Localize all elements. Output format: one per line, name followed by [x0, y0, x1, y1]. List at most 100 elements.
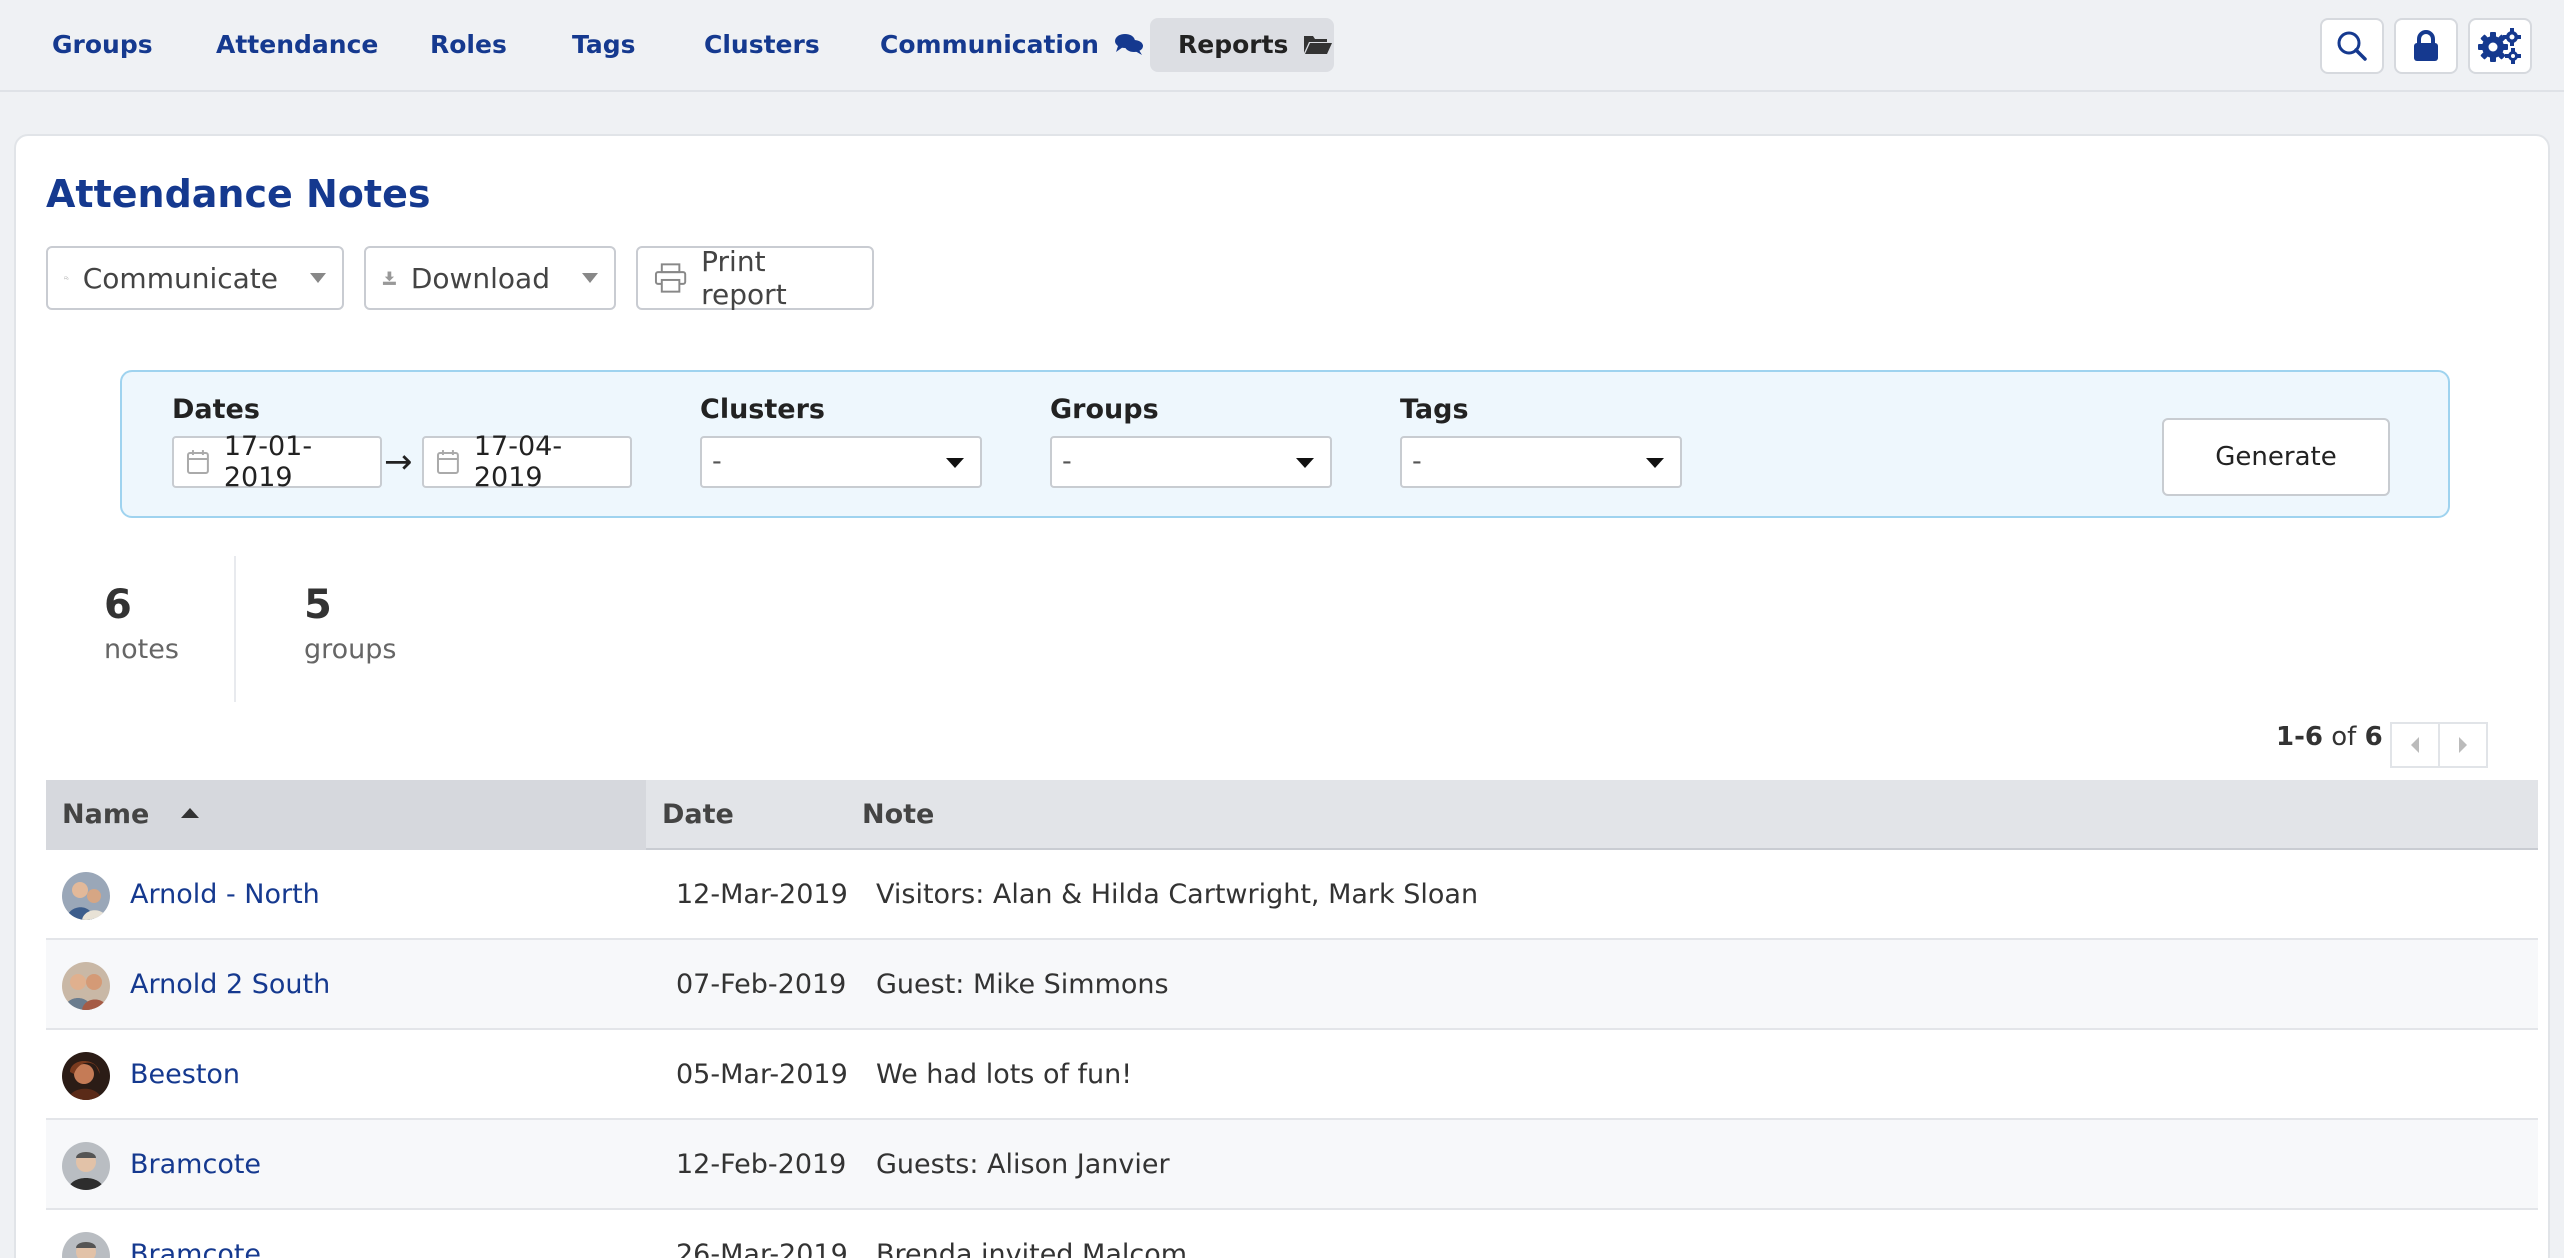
- column-header-note[interactable]: Note: [862, 780, 934, 850]
- folder-open-icon: [1304, 36, 1333, 54]
- nav-reports[interactable]: Reports: [1150, 18, 1334, 72]
- note-date: 12-Feb-2019: [676, 1149, 847, 1180]
- nav-attendance[interactable]: Attendance: [188, 18, 406, 72]
- table-row: Arnold - North 12-Mar-2019 Visitors: Ala…: [46, 850, 2538, 940]
- sort-ascending-icon: [180, 807, 199, 818]
- nav-tags[interactable]: Tags: [544, 18, 663, 72]
- group-name-link[interactable]: Beeston: [130, 1030, 240, 1120]
- chevron-right-icon: [2459, 737, 2467, 753]
- note-text: Guest: Mike Simmons: [876, 969, 1169, 1000]
- download-button[interactable]: Download: [364, 246, 616, 310]
- table-row: Beeston 05-Mar-2019 We had lots of fun!: [46, 1030, 2538, 1120]
- stat-divider: [234, 556, 236, 702]
- avatar: [62, 872, 110, 920]
- dropdown-caret-icon: [946, 458, 964, 468]
- note-date: 07-Feb-2019: [676, 969, 847, 1000]
- avatar: [62, 1232, 110, 1258]
- tags-value: -: [1412, 446, 1422, 477]
- generate-button[interactable]: Generate: [2162, 418, 2390, 496]
- pagination-of: of: [2331, 722, 2357, 752]
- groups-select[interactable]: -: [1050, 436, 1332, 488]
- comments-icon: [64, 276, 69, 280]
- lock-icon: [2414, 30, 2438, 61]
- page-title: Attendance Notes: [46, 172, 431, 216]
- notes-stat: 6 notes: [104, 582, 179, 665]
- dropdown-caret-icon: [1296, 458, 1314, 468]
- note-date: 05-Mar-2019: [676, 1059, 848, 1090]
- clusters-label: Clusters: [700, 394, 825, 425]
- date-from-field[interactable]: 17-01-2019: [172, 431, 382, 493]
- groups-label: Groups: [1050, 394, 1159, 425]
- nav-reports-label: Reports: [1178, 30, 1289, 59]
- group-name-link[interactable]: Arnold 2 South: [130, 940, 330, 1030]
- nav-communication-label: Communication: [880, 30, 1099, 59]
- notes-count: 6: [104, 582, 132, 628]
- dropdown-caret-icon: [1646, 458, 1664, 468]
- communicate-label: Communicate: [82, 261, 278, 295]
- column-name-label: Name: [62, 799, 150, 830]
- group-name-link[interactable]: Arnold - North: [130, 850, 320, 940]
- nav-roles[interactable]: Roles: [402, 18, 535, 72]
- group-name-link[interactable]: Bramcote: [130, 1120, 261, 1210]
- next-page-button[interactable]: [2438, 722, 2488, 768]
- calendar-icon: [436, 450, 459, 474]
- table-row: Bramcote 12-Feb-2019 Guests: Alison Janv…: [46, 1120, 2538, 1210]
- settings-icon: [2478, 28, 2521, 64]
- tags-select[interactable]: -: [1400, 436, 1682, 488]
- table-row: Bramcote 26-Mar-2019 Brenda invited Malc…: [46, 1210, 2538, 1258]
- pagination-total: 6: [2364, 722, 2383, 752]
- table-row: Arnold 2 South 07-Feb-2019 Guest: Mike S…: [46, 940, 2538, 1030]
- note-text: Visitors: Alan & Hilda Cartwright, Mark …: [876, 879, 1479, 910]
- report-card: Attendance Notes Communicate Download Pr…: [14, 134, 2550, 1258]
- filter-panel: Dates 17-01-2019 → 17-04-2019 Clusters -: [120, 370, 2450, 518]
- chevron-down-icon: [582, 273, 598, 283]
- notes-table: Name Date Note Arnold - North 12-Mar-201…: [46, 780, 2538, 1258]
- pagination-range: 1-6: [2276, 722, 2323, 752]
- notes-label: notes: [104, 634, 179, 665]
- lock-button[interactable]: [2394, 18, 2458, 74]
- download-icon: [382, 271, 396, 285]
- avatar: [62, 1142, 110, 1190]
- print-report-button[interactable]: Print report: [636, 245, 874, 311]
- settings-button[interactable]: [2468, 18, 2532, 74]
- groups-stat: 5 groups: [304, 582, 396, 665]
- chevron-left-icon: [2411, 737, 2419, 753]
- note-text: Brenda invited Malcom: [876, 1239, 1188, 1258]
- calendar-icon: [186, 450, 209, 474]
- clusters-value: -: [712, 446, 722, 477]
- groups-stat-label: groups: [304, 634, 397, 665]
- print-report-label: Print report: [701, 245, 787, 311]
- date-from-value: 17-01-2019: [223, 431, 313, 493]
- table-header: Name Date Note: [46, 780, 2538, 850]
- note-date: 12-Mar-2019: [676, 879, 848, 910]
- avatar: [62, 1052, 110, 1100]
- print-icon: [654, 263, 687, 293]
- note-date: 26-Mar-2019: [676, 1239, 848, 1258]
- date-to-value: 17-04-2019: [473, 431, 563, 493]
- note-text: Guests: Alison Janvier: [876, 1149, 1170, 1180]
- group-name-link[interactable]: Bramcote: [130, 1210, 261, 1258]
- nav-clusters[interactable]: Clusters: [676, 18, 848, 72]
- comments-icon: [1114, 34, 1143, 55]
- dates-label: Dates: [172, 394, 260, 425]
- pagination-summary: 1-6 of 6: [2276, 722, 2383, 752]
- date-to-field[interactable]: 17-04-2019: [422, 431, 632, 493]
- communicate-button[interactable]: Communicate: [46, 246, 344, 310]
- search-button[interactable]: [2320, 18, 2384, 74]
- note-text: We had lots of fun!: [876, 1059, 1133, 1090]
- search-icon: [2337, 31, 2367, 61]
- download-label: Download: [410, 261, 550, 295]
- column-header-name[interactable]: Name: [62, 780, 199, 850]
- chevron-down-icon: [310, 273, 326, 283]
- nav-groups[interactable]: Groups: [24, 18, 181, 72]
- avatar: [62, 962, 110, 1010]
- tags-label: Tags: [1400, 394, 1469, 425]
- top-nav: Groups Attendance Roles Tags Clusters Co…: [0, 0, 2564, 92]
- nav-communication[interactable]: Communication: [852, 18, 1172, 72]
- prev-page-button[interactable]: [2390, 722, 2440, 768]
- clusters-select[interactable]: -: [700, 436, 982, 488]
- groups-count: 5: [304, 582, 332, 628]
- column-header-date[interactable]: Date: [662, 780, 734, 850]
- date-range-arrow: →: [384, 442, 413, 482]
- groups-value: -: [1062, 446, 1072, 477]
